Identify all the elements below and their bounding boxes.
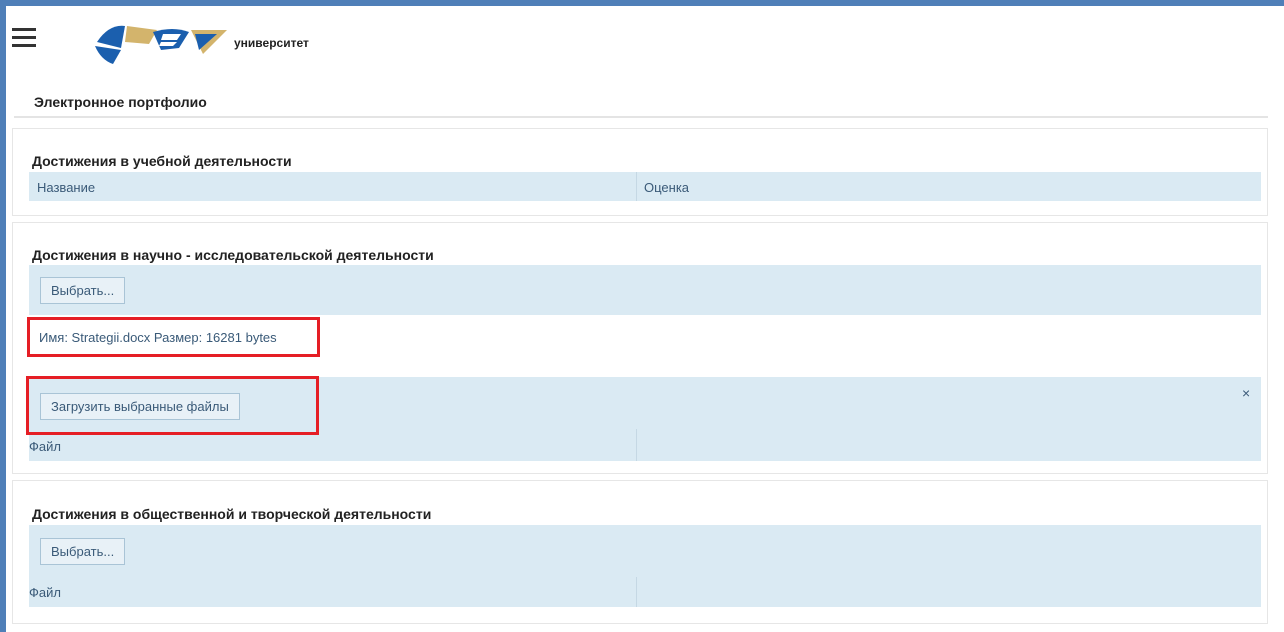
section-title: Достижения в учебной деятельности <box>32 153 292 169</box>
section-academic: Достижения в учебной деятельности Назван… <box>12 128 1268 216</box>
column-header-grade: Оценка <box>644 180 690 195</box>
select-file-button[interactable]: Выбрать... <box>40 538 126 565</box>
section-social: Достижения в общественной и творческой д… <box>12 480 1268 624</box>
column-header-file: Файл <box>29 585 61 600</box>
page-title: Электронное портфолио <box>34 94 207 110</box>
table-header: Название Оценка <box>29 172 1261 201</box>
column-header-name: Название <box>37 180 96 195</box>
section-research: Достижения в научно - исследовательской … <box>12 222 1268 474</box>
section-title: Достижения в научно - исследовательской … <box>32 247 434 263</box>
select-file-button[interactable]: Выбрать... <box>40 277 126 304</box>
selected-file-info: Имя: Strategii.docx Размер: 16281 bytes <box>39 330 277 345</box>
file-select-band: Выбрать... Файл <box>29 525 1261 607</box>
column-divider <box>636 429 637 461</box>
header: университет <box>6 6 1278 86</box>
university-logo <box>95 25 227 64</box>
column-divider <box>636 577 637 607</box>
page-title-bar: Электронное портфолио <box>14 86 1268 118</box>
column-header-file: Файл <box>29 439 61 454</box>
highlight-frame <box>26 376 319 435</box>
section-title: Достижения в общественной и творческой д… <box>32 506 432 522</box>
logo-text: университет <box>234 36 309 50</box>
file-select-band: Выбрать... <box>29 265 1261 315</box>
menu-hamburger-icon[interactable] <box>12 28 36 48</box>
close-icon[interactable]: × <box>1242 385 1250 401</box>
column-divider <box>636 172 637 201</box>
